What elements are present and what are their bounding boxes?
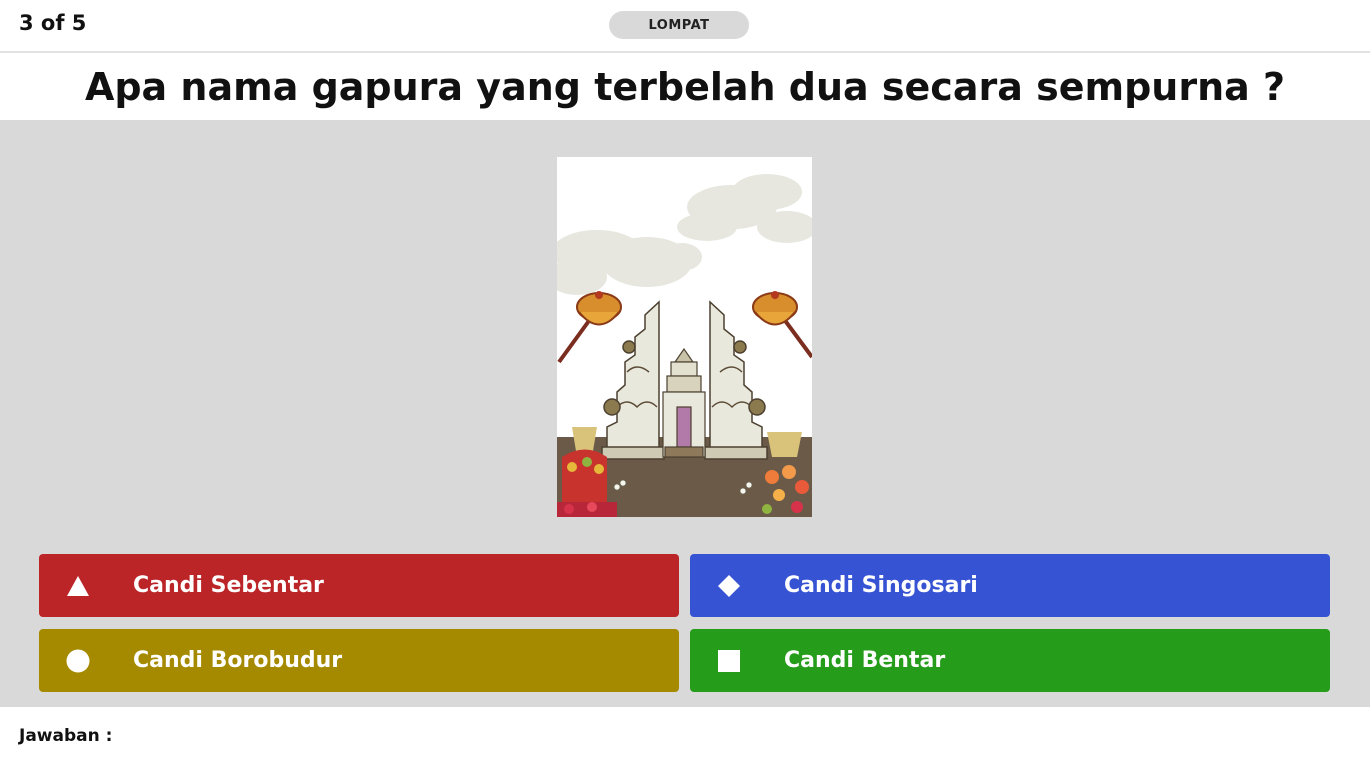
circle-icon [66, 649, 90, 673]
question-stage: Candi Sebentar Candi Singosari Candi Bor… [0, 120, 1370, 707]
answer-label: Candi Sebentar [133, 573, 324, 598]
answer-footer-label: Jawaban : [19, 726, 113, 746]
answer-label: Candi Singosari [784, 573, 978, 598]
diamond-icon [717, 574, 741, 598]
answer-option-4[interactable]: Candi Bentar [690, 629, 1330, 692]
triangle-icon [66, 574, 90, 598]
top-bar: 3 of 5 LOMPAT [0, 0, 1370, 53]
question-image [557, 157, 812, 517]
skip-button[interactable]: LOMPAT [609, 11, 749, 39]
answer-label: Candi Borobudur [133, 648, 343, 673]
answer-label: Candi Bentar [784, 648, 946, 673]
question-counter: 3 of 5 [19, 11, 87, 35]
answer-option-1[interactable]: Candi Sebentar [39, 554, 679, 617]
split-gate-illustration [557, 174, 812, 517]
answer-option-2[interactable]: Candi Singosari [690, 554, 1330, 617]
square-icon [717, 649, 741, 673]
answer-option-3[interactable]: Candi Borobudur [39, 629, 679, 692]
question-title: Apa nama gapura yang terbelah dua secara… [84, 64, 1286, 109]
